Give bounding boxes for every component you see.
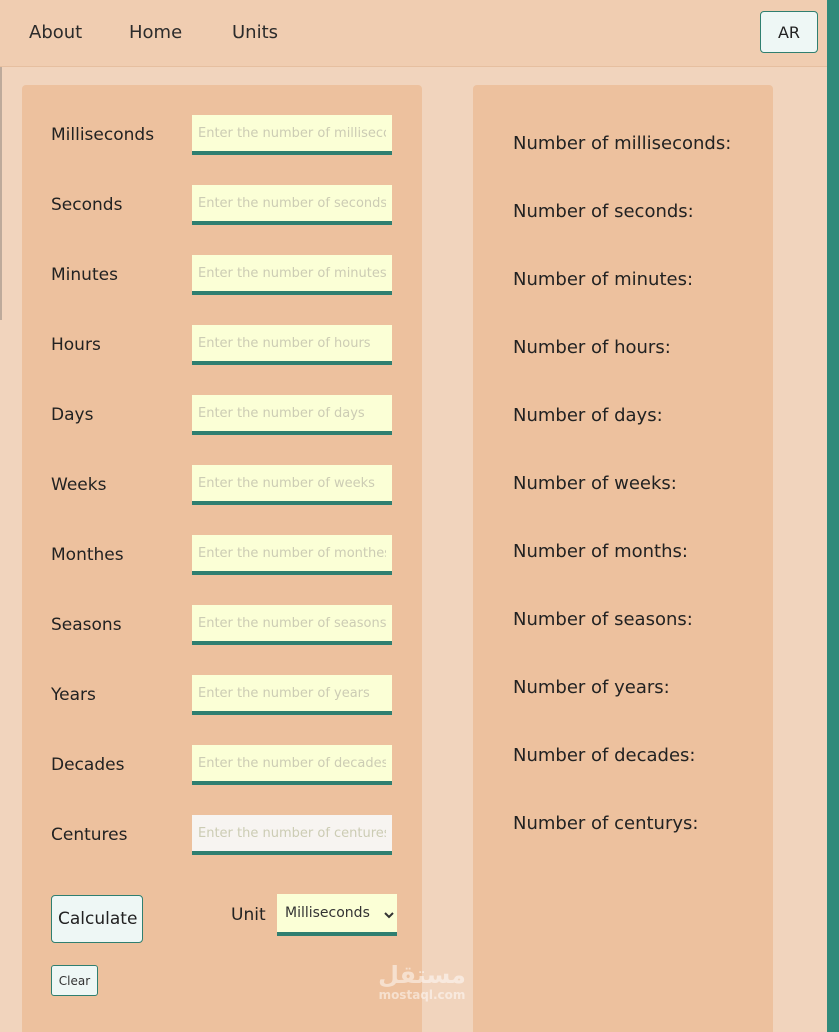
field-label: Monthes bbox=[51, 545, 124, 565]
field-row-seasons: Seasons bbox=[22, 605, 422, 647]
hours-input[interactable] bbox=[192, 325, 392, 365]
nav-link-about[interactable]: About bbox=[29, 22, 82, 43]
results-panel: Number of milliseconds: Number of second… bbox=[473, 85, 773, 1032]
result-seasons: Number of seasons: bbox=[513, 609, 693, 630]
field-label: Milliseconds bbox=[51, 125, 155, 145]
result-decades: Number of decades: bbox=[513, 745, 696, 766]
field-row-milliseconds: Milliseconds bbox=[22, 115, 422, 157]
monthes-input[interactable] bbox=[192, 535, 392, 575]
clear-button[interactable]: Clear bbox=[51, 965, 98, 996]
result-milliseconds: Number of milliseconds: bbox=[513, 133, 732, 154]
seconds-input[interactable] bbox=[192, 185, 392, 225]
days-input[interactable] bbox=[192, 395, 392, 435]
calculate-button[interactable]: Calculate bbox=[51, 895, 143, 943]
field-label: Centures bbox=[51, 825, 128, 845]
result-weeks: Number of weeks: bbox=[513, 473, 677, 494]
unit-select[interactable]: Milliseconds bbox=[277, 894, 397, 936]
field-label: Decades bbox=[51, 755, 125, 775]
result-days: Number of days: bbox=[513, 405, 663, 426]
field-row-seconds: Seconds bbox=[22, 185, 422, 227]
nav-link-home[interactable]: Home bbox=[129, 22, 182, 43]
field-row-minutes: Minutes bbox=[22, 255, 422, 297]
watermark-logo: مستقل mostaql.com bbox=[372, 962, 472, 1002]
field-label: Years bbox=[51, 685, 96, 705]
field-label: Seconds bbox=[51, 195, 123, 215]
result-seconds: Number of seconds: bbox=[513, 201, 694, 222]
field-label: Weeks bbox=[51, 475, 107, 495]
result-minutes: Number of minutes: bbox=[513, 269, 694, 290]
conversion-form-panel: Milliseconds Seconds Minutes Hours Days … bbox=[22, 85, 422, 1032]
navbar: About Home Units AR bbox=[0, 0, 827, 67]
minutes-input[interactable] bbox=[192, 255, 392, 295]
field-label: Seasons bbox=[51, 615, 122, 635]
language-toggle-button[interactable]: AR bbox=[760, 11, 818, 53]
result-hours: Number of hours: bbox=[513, 337, 671, 358]
centures-input[interactable] bbox=[192, 815, 392, 855]
years-input[interactable] bbox=[192, 675, 392, 715]
nav-link-units[interactable]: Units bbox=[232, 22, 278, 43]
field-row-decades: Decades bbox=[22, 745, 422, 787]
field-row-days: Days bbox=[22, 395, 422, 437]
result-centurys: Number of centurys: bbox=[513, 813, 699, 834]
field-label: Days bbox=[51, 405, 94, 425]
field-row-hours: Hours bbox=[22, 325, 422, 367]
right-edge-stripe bbox=[827, 0, 839, 1032]
field-row-monthes: Monthes bbox=[22, 535, 422, 577]
unit-label: Unit bbox=[231, 905, 266, 925]
weeks-input[interactable] bbox=[192, 465, 392, 505]
seasons-input[interactable] bbox=[192, 605, 392, 645]
field-label: Hours bbox=[51, 335, 101, 355]
watermark-arabic-text: مستقل bbox=[378, 961, 466, 989]
field-row-years: Years bbox=[22, 675, 422, 717]
field-row-weeks: Weeks bbox=[22, 465, 422, 507]
milliseconds-input[interactable] bbox=[192, 115, 392, 155]
watermark-domain-text: mostaql.com bbox=[378, 988, 466, 1002]
result-years: Number of years: bbox=[513, 677, 670, 698]
decades-input[interactable] bbox=[192, 745, 392, 785]
field-label: Minutes bbox=[51, 265, 118, 285]
field-row-centures: Centures bbox=[22, 815, 422, 857]
result-months: Number of months: bbox=[513, 541, 688, 562]
